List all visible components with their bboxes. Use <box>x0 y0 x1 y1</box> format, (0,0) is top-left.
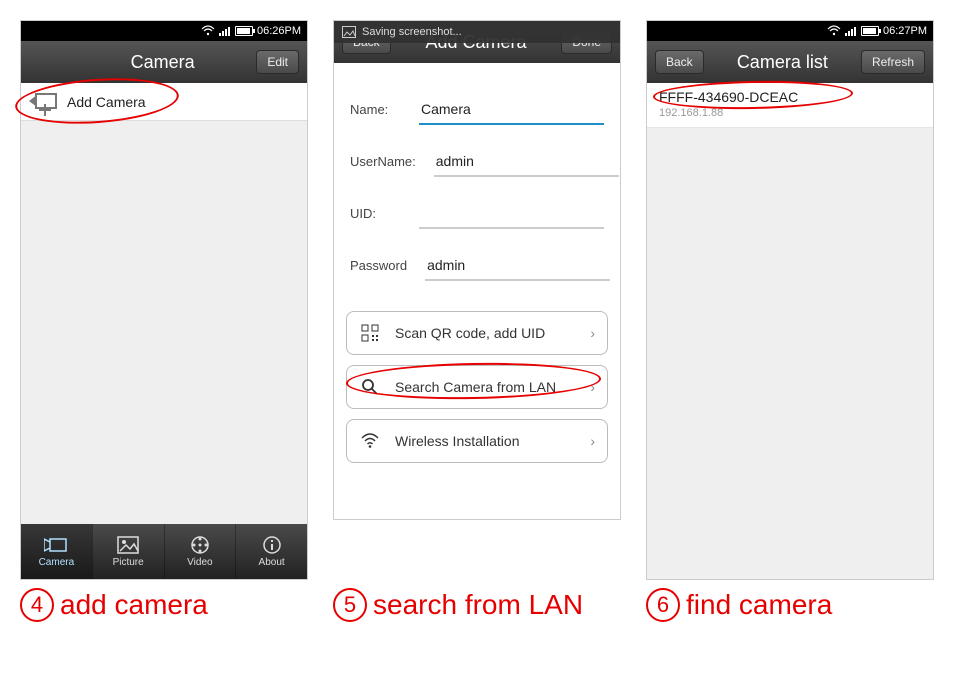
video-icon <box>188 535 212 555</box>
nav-label: About <box>259 557 285 568</box>
back-button[interactable]: Back <box>655 50 704 74</box>
about-icon <box>260 535 284 555</box>
add-camera-label: Add Camera <box>67 94 146 110</box>
password-label: Password <box>350 258 407 281</box>
add-camera-row[interactable]: Add Camera <box>21 83 307 121</box>
status-bar: 06:27PM <box>647 21 933 41</box>
status-time: 06:26PM <box>257 25 301 37</box>
camera-ip: 192.168.1.88 <box>659 107 921 119</box>
caption-text: search from LAN <box>373 589 583 621</box>
form-row-username: UserName: <box>350 125 604 177</box>
form-row-name: Name: <box>350 73 604 125</box>
caption-5: 5 search from LAN <box>333 588 621 622</box>
content-area: FFFF-434690-DCEAC 192.168.1.88 <box>647 83 933 579</box>
wifi-icon <box>201 25 215 37</box>
nav-camera[interactable]: Camera <box>21 524 92 579</box>
wireless-label: Wireless Installation <box>395 433 520 449</box>
camera-icon <box>44 535 68 555</box>
header-bar: Back Camera list Refresh <box>647 41 933 83</box>
caption-text: add camera <box>60 589 208 621</box>
battery-icon <box>235 26 253 36</box>
username-input[interactable] <box>434 147 619 177</box>
phone-screen-1: 06:26PM Camera Edit Add Camera Camera Pi… <box>20 20 308 580</box>
scan-qr-button[interactable]: Scan QR code, add UID › <box>346 311 608 355</box>
refresh-button[interactable]: Refresh <box>861 50 925 74</box>
phone-screen-3: 06:27PM Back Camera list Refresh FFFF-43… <box>646 20 934 580</box>
form: Name: UserName: UID: Password <box>334 63 620 291</box>
add-camera-icon <box>29 91 59 113</box>
phone-screen-2: Saving screenshot... Back Add Camera Don… <box>333 20 621 520</box>
chevron-right-icon: › <box>590 325 595 341</box>
nav-label: Camera <box>39 557 75 568</box>
camera-uid: FFFF-434690-DCEAC <box>659 89 921 105</box>
status-bar: 06:26PM <box>21 21 307 41</box>
chevron-right-icon: › <box>590 379 595 395</box>
toast-text: Saving screenshot... <box>362 26 462 38</box>
screenshot-toast: Saving screenshot... <box>334 21 620 43</box>
search-lan-label: Search Camera from LAN <box>395 379 556 395</box>
nav-picture[interactable]: Picture <box>92 524 164 579</box>
page-title: Camera list <box>704 52 861 73</box>
name-label: Name: <box>350 102 401 125</box>
signal-icon <box>845 26 857 36</box>
nav-video[interactable]: Video <box>164 524 236 579</box>
nav-label: Picture <box>113 557 144 568</box>
nav-label: Video <box>187 557 212 568</box>
signal-icon <box>219 26 231 36</box>
search-icon <box>359 376 381 398</box>
wifi-icon <box>827 25 841 37</box>
form-row-password: Password <box>350 229 604 281</box>
password-input[interactable] <box>425 251 610 281</box>
search-lan-button[interactable]: Search Camera from LAN › <box>346 365 608 409</box>
header-bar: Camera Edit <box>21 41 307 83</box>
page-title: Camera <box>69 52 256 73</box>
form-row-uid: UID: <box>350 177 604 229</box>
status-time: 06:27PM <box>883 25 927 37</box>
battery-icon <box>861 26 879 36</box>
wireless-install-button[interactable]: Wireless Installation › <box>346 419 608 463</box>
picture-icon <box>116 535 140 555</box>
uid-label: UID: <box>350 206 401 229</box>
qr-icon <box>359 322 381 344</box>
wifi-icon <box>359 430 381 452</box>
camera-list-item[interactable]: FFFF-434690-DCEAC 192.168.1.88 <box>647 83 933 128</box>
image-icon <box>342 26 356 38</box>
uid-input[interactable] <box>419 199 604 229</box>
caption-4: 4 add camera <box>20 588 308 622</box>
content-area: Name: UserName: UID: Password <box>334 63 620 519</box>
step-number: 5 <box>333 588 367 622</box>
caption-text: find camera <box>686 589 832 621</box>
scan-qr-label: Scan QR code, add UID <box>395 325 545 341</box>
action-list: Scan QR code, add UID › Search Camera fr… <box>334 291 620 463</box>
username-label: UserName: <box>350 154 416 177</box>
bottom-nav: Camera Picture Video About <box>21 524 307 579</box>
chevron-right-icon: › <box>590 433 595 449</box>
captions-row: 4 add camera 5 search from LAN 6 find ca… <box>0 580 960 622</box>
caption-6: 6 find camera <box>646 588 934 622</box>
edit-button[interactable]: Edit <box>256 50 299 74</box>
step-number: 4 <box>20 588 54 622</box>
nav-about[interactable]: About <box>235 524 307 579</box>
content-area: Add Camera <box>21 83 307 524</box>
name-input[interactable] <box>419 95 604 125</box>
step-number: 6 <box>646 588 680 622</box>
